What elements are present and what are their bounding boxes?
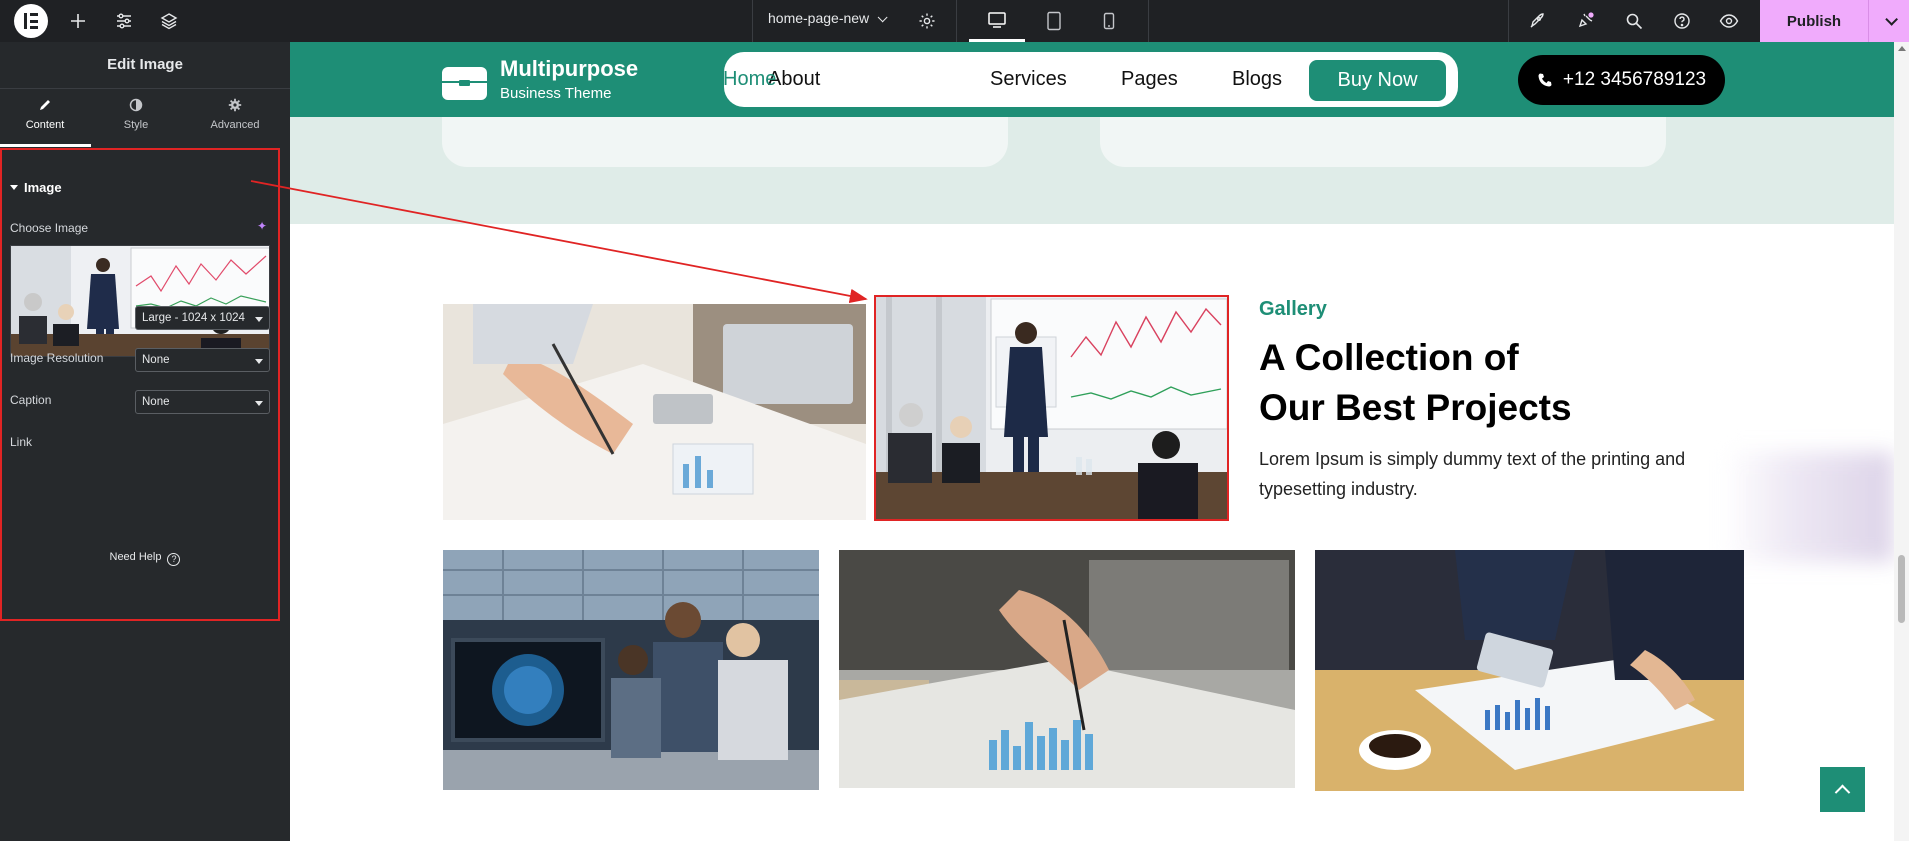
gallery-image-pen-chart[interactable] (839, 550, 1295, 788)
chevron-down-icon (877, 12, 888, 23)
preview-eye-icon[interactable] (1717, 9, 1741, 33)
pencil-icon (0, 98, 90, 114)
nav-link-home[interactable]: Home (723, 68, 776, 91)
nav-link-pages[interactable]: Pages (1121, 68, 1178, 91)
topbar-divider (1508, 0, 1509, 42)
tab-style-label: Style (123, 119, 149, 131)
nav-link-services[interactable]: Services (990, 68, 1067, 91)
active-tab-indicator (0, 144, 91, 147)
contrast-icon (91, 98, 181, 114)
scroll-up-arrow-icon[interactable] (1898, 46, 1906, 51)
mobile-icon (1103, 12, 1115, 30)
document-title: home-page-new (768, 10, 870, 26)
panel-title: Edit Image (107, 56, 183, 73)
site-header: Multipurpose Business Theme About Servic… (290, 42, 1894, 117)
nav-link-blogs[interactable]: Blogs (1232, 68, 1282, 91)
gallery-image-tech-team[interactable] (443, 550, 819, 790)
canvas-scrollbar[interactable] (1894, 42, 1909, 841)
preview-canvas: Multipurpose Business Theme About Servic… (290, 42, 1909, 841)
tablet-view-button[interactable] (1026, 0, 1082, 42)
phone-number: +12 3456789123 (1562, 69, 1707, 90)
tab-content[interactable]: Content (0, 98, 90, 131)
blurred-element (1724, 452, 1894, 562)
highlight-box-image (874, 295, 1229, 521)
notifications-icon[interactable] (1573, 9, 1597, 33)
elementor-logo-icon[interactable] (14, 4, 48, 38)
mobile-view-button[interactable] (1081, 0, 1137, 42)
site-settings-icon[interactable] (112, 9, 136, 33)
brand-tagline: Business Theme (500, 85, 612, 102)
desktop-view-button[interactable] (969, 0, 1025, 42)
gallery-title: A Collection of Our Best Projects (1259, 333, 1679, 433)
scroll-to-top-button[interactable] (1820, 767, 1865, 812)
tab-advanced[interactable]: Advanced (190, 98, 280, 131)
tab-advanced-label: Advanced (210, 119, 260, 131)
desktop-icon (988, 11, 1006, 28)
search-icon[interactable] (1622, 9, 1646, 33)
phone-button[interactable]: +12 3456789123 (1518, 55, 1725, 105)
editor-topbar: home-page-new Publish (0, 0, 1909, 42)
briefcase-logo-icon[interactable] (442, 67, 487, 100)
publish-button[interactable]: Publish (1760, 0, 1868, 42)
buy-now-button[interactable]: Buy Now (1309, 60, 1446, 101)
phone-icon (1538, 73, 1552, 87)
gallery-title-line1: A Collection of (1259, 337, 1519, 378)
hero-card (442, 117, 1008, 167)
tablet-icon (1047, 11, 1061, 31)
gear-icon (190, 98, 280, 114)
tab-style[interactable]: Style (91, 98, 181, 131)
structure-layers-icon[interactable] (157, 9, 181, 33)
page-settings-icon[interactable] (915, 9, 939, 33)
hero-card (1100, 117, 1666, 167)
chevron-down-icon (1884, 12, 1898, 26)
gallery-image-team-review[interactable] (1315, 550, 1744, 791)
publish-options-button[interactable] (1868, 0, 1909, 42)
editor-panel: Edit Image Content Style Advanced Image … (0, 42, 290, 841)
highlight-box-panel (0, 148, 280, 621)
gallery-title-line2: Our Best Projects (1259, 387, 1572, 428)
brand-name[interactable]: Multipurpose (500, 56, 638, 82)
add-element-icon[interactable] (66, 9, 90, 33)
topbar-divider (752, 0, 753, 42)
topbar-divider (1148, 0, 1149, 42)
panel-divider (0, 88, 290, 89)
launchpad-icon[interactable] (1525, 9, 1549, 33)
chevron-up-icon (1834, 784, 1851, 801)
scrollbar-thumb[interactable] (1898, 555, 1905, 623)
topbar-divider (956, 0, 957, 42)
tab-content-label: Content (25, 119, 65, 131)
gallery-image-analysis[interactable] (443, 304, 866, 520)
document-title-dropdown[interactable]: home-page-new (768, 10, 888, 26)
help-icon[interactable] (1670, 9, 1694, 33)
gallery-label: Gallery (1259, 298, 1327, 320)
gallery-description: Lorem Ipsum is simply dummy text of the … (1259, 449, 1686, 499)
